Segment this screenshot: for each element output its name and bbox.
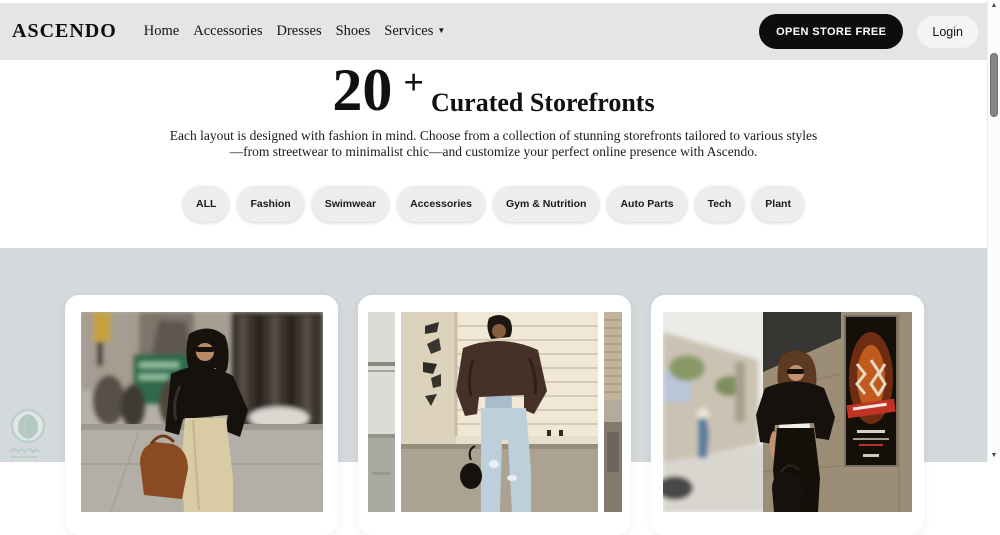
vertical-scrollbar[interactable]: ▲ ▼: [987, 0, 1000, 462]
filter-all[interactable]: ALL: [183, 186, 230, 223]
nav-services-label: Services: [384, 23, 434, 39]
open-store-free-button[interactable]: OPEN STORE FREE: [759, 14, 904, 49]
rock-poster: [844, 315, 898, 467]
filter-fashion[interactable]: Fashion: [237, 186, 304, 223]
filter-accessories[interactable]: Accessories: [397, 186, 485, 223]
hero-title: Curated Storefronts: [430, 87, 655, 117]
hero-description: Each layout is designed with fashion in …: [0, 128, 987, 160]
carousel-prev-slide[interactable]: [367, 312, 395, 512]
page: ASCENDO Home Accessories Dresses Shoes S…: [0, 0, 1000, 535]
login-button[interactable]: Login: [917, 15, 978, 48]
nav-item-shoes[interactable]: Shoes: [336, 23, 371, 40]
filter-tech[interactable]: Tech: [694, 186, 745, 223]
hero-heading: 20 + Curated Storefronts: [0, 57, 987, 123]
filter-plant[interactable]: Plant: [752, 186, 804, 223]
hero-section: 20 + Curated Storefronts Each layout is …: [0, 60, 987, 248]
scrollbar-up-arrow-icon[interactable]: ▲: [988, 2, 1000, 9]
storefront-card-2[interactable]: [358, 295, 631, 535]
storefront-card-1[interactable]: [65, 295, 338, 535]
nav-item-services[interactable]: Services ▼: [384, 23, 445, 40]
chevron-down-icon: ▼: [437, 26, 446, 35]
storefront-gallery: [0, 248, 987, 535]
navbar-actions: OPEN STORE FREE Login: [759, 14, 978, 49]
carousel-next-slide[interactable]: [603, 312, 622, 512]
nav-item-accessories[interactable]: Accessories: [193, 23, 262, 40]
storefront-photo-2: [400, 312, 598, 512]
filter-gym-nutrition[interactable]: Gym & Nutrition: [492, 186, 600, 223]
nav-item-dresses[interactable]: Dresses: [277, 23, 322, 40]
filter-auto-parts[interactable]: Auto Parts: [607, 186, 687, 223]
navbar: ASCENDO Home Accessories Dresses Shoes S…: [0, 3, 1000, 60]
storefront-count: 20: [332, 57, 393, 123]
category-filter-bar: ALL Fashion Swimwear Accessories Gym & N…: [0, 186, 987, 223]
storefront-card-3[interactable]: [651, 295, 924, 535]
photo-carousel: [367, 312, 622, 512]
storefront-photo-3: [663, 312, 912, 512]
storefront-cards-row: [0, 248, 987, 535]
scrollbar-down-arrow-icon[interactable]: ▼: [988, 452, 1000, 459]
main-nav: Home Accessories Dresses Shoes Services ▼: [144, 23, 446, 40]
brand-logo[interactable]: ASCENDO: [12, 20, 117, 43]
scrollbar-thumb[interactable]: [990, 53, 998, 117]
hero-description-line-2: —from streetwear to minimalist chic—and …: [229, 144, 758, 160]
plus-sign: +: [403, 62, 424, 102]
nav-item-home[interactable]: Home: [144, 23, 179, 40]
hero-description-line-1: Each layout is designed with fashion in …: [169, 128, 818, 144]
storefront-photo-1: [80, 312, 323, 512]
filter-swimwear[interactable]: Swimwear: [311, 186, 390, 223]
